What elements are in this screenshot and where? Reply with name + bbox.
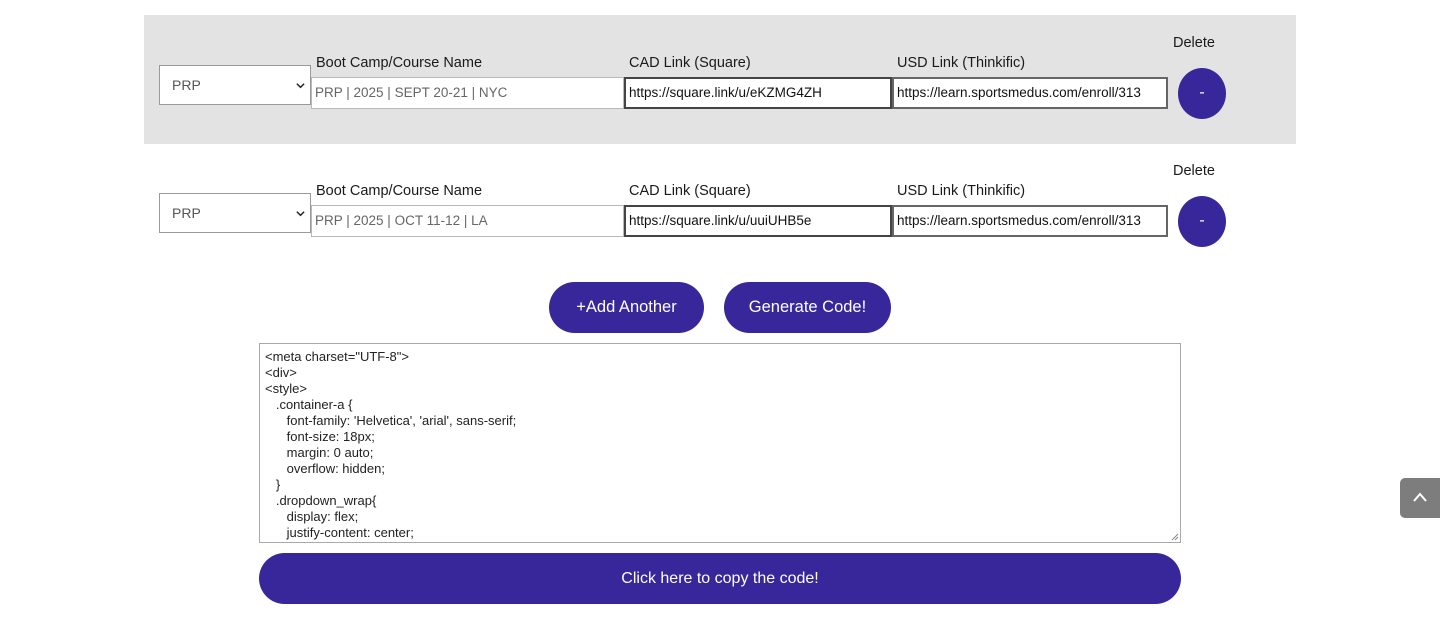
usd-link-input[interactable]: https://learn.sportsmedus.com/enroll/313 <box>892 77 1168 109</box>
code-line: margin: 0 auto; <box>265 445 374 460</box>
code-line: .container-a { <box>265 397 353 412</box>
cad-link-label: CAD Link (Square) <box>629 183 751 199</box>
chevron-down-icon <box>296 211 305 217</box>
generate-code-button[interactable]: Generate Code! <box>724 282 891 333</box>
course-type-value: PRP <box>172 205 201 221</box>
copy-code-button[interactable]: Click here to copy the code! <box>259 553 1181 604</box>
code-line: <style> <box>265 381 307 396</box>
cad-link-input[interactable]: https://square.link/u/eKZMG4ZH <box>624 77 892 109</box>
code-line: justify-content: center; <box>265 525 414 540</box>
add-another-button[interactable]: +Add Another <box>549 282 704 333</box>
course-name-label: Boot Camp/Course Name <box>316 55 483 71</box>
code-line: <meta charset="UTF-8"> <box>265 349 409 364</box>
delete-row-button[interactable]: - <box>1178 196 1226 247</box>
course-type-select[interactable]: PRP <box>159 193 311 233</box>
course-row: PRP Boot Camp/Course Name CAD Link (Squa… <box>144 15 1296 144</box>
chevron-down-icon <box>296 83 305 89</box>
delete-label: Delete <box>1173 35 1215 51</box>
cad-link-label: CAD Link (Square) <box>629 55 751 71</box>
course-type-value: PRP <box>172 77 201 93</box>
course-name-input[interactable]: PRP | 2025 | SEPT 20-21 | NYC <box>311 77 624 109</box>
delete-label: Delete <box>1173 163 1215 179</box>
code-line: display: flex; <box>265 509 359 524</box>
code-line: .dropdown_wrap{ <box>265 493 377 508</box>
code-line: font-size: 18px; <box>265 429 375 444</box>
course-type-select[interactable]: PRP <box>159 65 311 105</box>
usd-link-label: USD Link (Thinkific) <box>897 55 1026 71</box>
page: PRP Boot Camp/Course Name CAD Link (Squa… <box>0 0 1440 643</box>
course-name-input[interactable]: PRP | 2025 | OCT 11-12 | LA <box>311 205 624 237</box>
scroll-to-top-button[interactable] <box>1400 478 1440 518</box>
usd-link-label: USD Link (Thinkific) <box>897 183 1026 199</box>
code-line: overflow: hidden; <box>265 461 385 476</box>
chevron-up-icon <box>1413 492 1427 502</box>
code-line: <div> <box>265 365 297 380</box>
code-output-textarea[interactable]: <meta charset="UTF-8"> <div> <style> .co… <box>259 343 1181 543</box>
course-row: PRP Boot Camp/Course Name CAD Link (Squa… <box>144 143 1296 272</box>
delete-row-button[interactable]: - <box>1178 68 1226 119</box>
code-line: } <box>265 477 281 492</box>
resize-grip-icon[interactable] <box>1169 531 1179 541</box>
cad-link-input[interactable]: https://square.link/u/uuiUHB5e <box>624 205 892 237</box>
code-line: font-family: 'Helvetica', 'arial', sans-… <box>265 413 517 428</box>
usd-link-input[interactable]: https://learn.sportsmedus.com/enroll/313 <box>892 205 1168 237</box>
course-name-label: Boot Camp/Course Name <box>316 183 483 199</box>
